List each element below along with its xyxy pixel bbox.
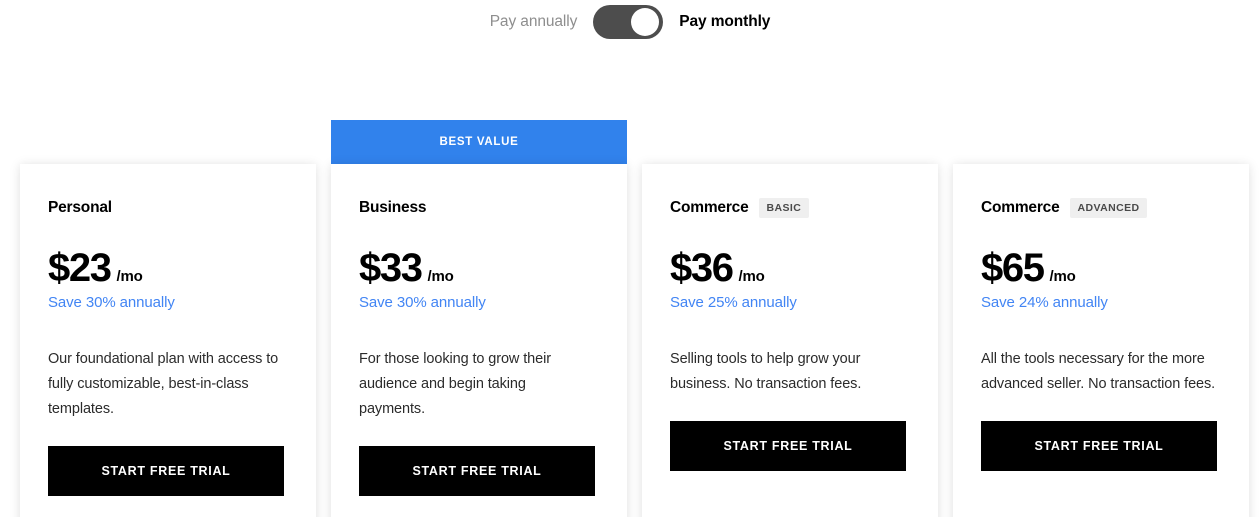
plan-name: Personal <box>48 199 112 216</box>
start-free-trial-button[interactable]: START FREE TRIAL <box>981 421 1217 471</box>
plan-header: Personal <box>48 196 288 220</box>
price-amount: $36 <box>670 246 734 290</box>
plan-header: Business <box>359 196 599 220</box>
pricing-card-personal: Personal $23 /mo Save 30% annually Our f… <box>20 120 316 517</box>
save-annually-link[interactable]: Save 24% annually <box>981 294 1108 311</box>
toggle-knob <box>631 8 660 36</box>
price-amount: $23 <box>48 246 112 290</box>
pricing-cards-row: Personal $23 /mo Save 30% annually Our f… <box>20 120 1249 517</box>
price-row: $65 /mo <box>981 248 1221 288</box>
plan-description: All the tools necessary for the more adv… <box>981 351 1216 392</box>
pricing-card-business: BEST VALUE Business $33 /mo Save 30% ann… <box>331 120 627 517</box>
price-period: /mo <box>116 268 143 285</box>
save-annually-link[interactable]: Save 30% annually <box>359 294 486 311</box>
plan-description: Our foundational plan with access to ful… <box>48 351 279 417</box>
pricing-card-commerce-basic: Commerce BASIC $36 /mo Save 25% annually… <box>642 120 938 517</box>
price-row: $23 /mo <box>48 248 288 288</box>
price-period: /mo <box>427 268 454 285</box>
price-amount: $33 <box>359 246 423 290</box>
best-value-ribbon: BEST VALUE <box>331 120 627 164</box>
price-amount: $65 <box>981 246 1045 290</box>
pay-annually-label[interactable]: Pay annually <box>490 14 578 30</box>
plan-name: Business <box>359 199 427 216</box>
pricing-card-commerce-advanced: Commerce ADVANCED $65 /mo Save 24% annua… <box>953 120 1249 517</box>
pay-monthly-label[interactable]: Pay monthly <box>679 14 770 30</box>
plan-description: For those looking to grow their audience… <box>359 351 551 417</box>
save-annually-link[interactable]: Save 30% annually <box>48 294 175 311</box>
billing-toggle-bar: Pay annually Pay monthly <box>0 0 1260 44</box>
card-body: Commerce ADVANCED $65 /mo Save 24% annua… <box>953 164 1249 517</box>
plan-badge: ADVANCED <box>1069 198 1148 218</box>
price-period: /mo <box>738 268 765 285</box>
card-body: Business $33 /mo Save 30% annually For t… <box>331 164 627 517</box>
price-period: /mo <box>1049 268 1076 285</box>
price-row: $36 /mo <box>670 248 910 288</box>
save-annually-link[interactable]: Save 25% annually <box>670 294 797 311</box>
start-free-trial-button[interactable]: START FREE TRIAL <box>359 446 595 496</box>
card-body: Commerce BASIC $36 /mo Save 25% annually… <box>642 164 938 517</box>
plan-badge: BASIC <box>758 198 810 218</box>
start-free-trial-button[interactable]: START FREE TRIAL <box>48 446 284 496</box>
plan-header: Commerce ADVANCED <box>981 196 1221 220</box>
start-free-trial-button[interactable]: START FREE TRIAL <box>670 421 906 471</box>
plan-header: Commerce BASIC <box>670 196 910 220</box>
plan-description: Selling tools to help grow your business… <box>670 351 862 392</box>
card-body: Personal $23 /mo Save 30% annually Our f… <box>20 164 316 517</box>
plan-name: Commerce <box>981 199 1060 216</box>
billing-period-toggle[interactable] <box>593 5 664 39</box>
price-row: $33 /mo <box>359 248 599 288</box>
plan-name: Commerce <box>670 199 749 216</box>
